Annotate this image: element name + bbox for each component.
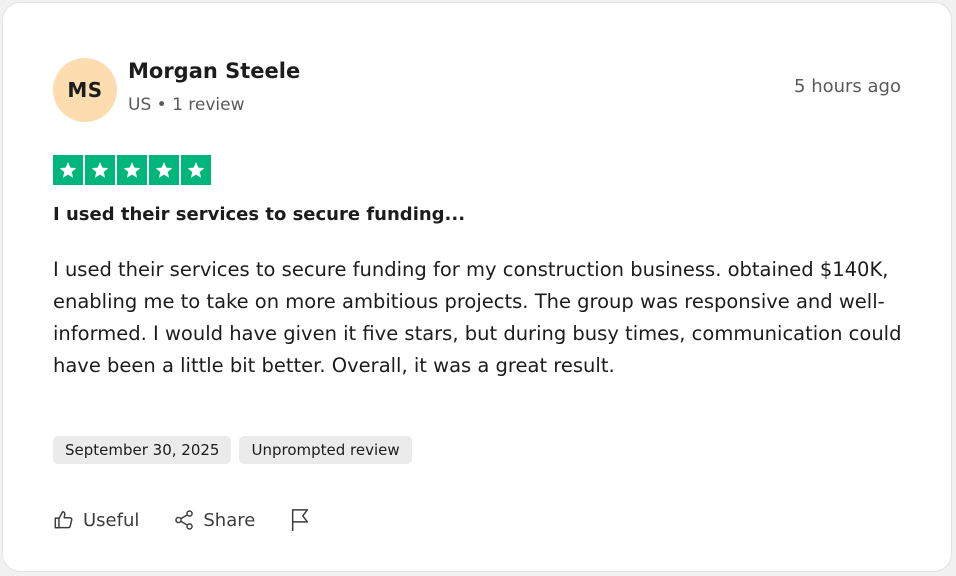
flag-icon — [289, 508, 311, 532]
avatar[interactable]: MS — [53, 58, 117, 122]
date-tag: September 30, 2025 — [53, 436, 232, 464]
review-time: 5 hours ago — [794, 76, 901, 97]
review-actions: Useful Share — [53, 508, 345, 532]
review-body: I used their services to secure funding … — [53, 258, 902, 377]
report-button[interactable] — [289, 508, 311, 532]
review-tags: September 30, 2025 Unprompted review — [53, 436, 412, 464]
star-icon — [117, 155, 147, 185]
review-card: MS Morgan Steele US • 1 review 5 hours a… — [2, 2, 952, 572]
reviewer-meta: US • 1 review — [128, 95, 245, 115]
star-icon — [53, 155, 83, 185]
share-icon — [173, 509, 195, 531]
useful-label: Useful — [83, 509, 140, 531]
review-type-tag: Unprompted review — [239, 436, 412, 464]
useful-button[interactable]: Useful — [53, 509, 139, 531]
reviewer-name[interactable]: Morgan Steele — [128, 59, 300, 83]
star-rating — [53, 155, 211, 185]
star-icon — [181, 155, 211, 185]
star-icon — [85, 155, 115, 185]
star-icon — [149, 155, 179, 185]
share-button[interactable]: Share — [173, 509, 255, 531]
share-label: Share — [203, 509, 256, 531]
thumbs-up-icon — [53, 509, 75, 531]
review-headline[interactable]: I used their services to secure funding.… — [53, 204, 465, 225]
